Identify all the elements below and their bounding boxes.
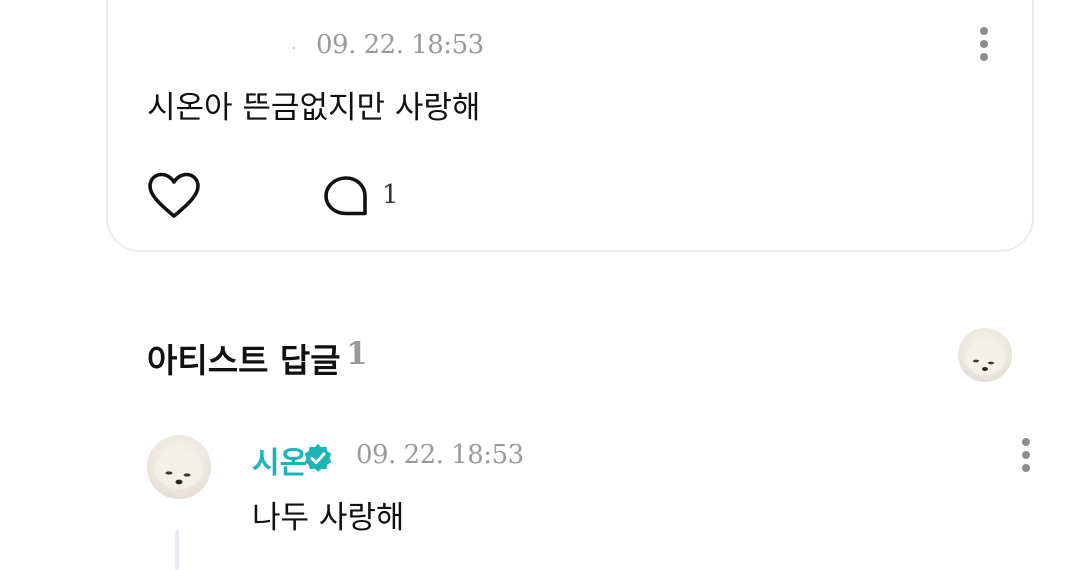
reply-more-options-icon[interactable] <box>1020 438 1032 472</box>
thread-line <box>175 530 179 570</box>
reply-author-avatar[interactable] <box>147 435 211 499</box>
comment-bubble-icon[interactable] <box>322 174 370 220</box>
comment-count[interactable]: 1 <box>382 180 399 210</box>
username-remnant <box>293 47 295 49</box>
reply-timestamp: 09. 22. 18:53 <box>356 440 524 470</box>
heart-icon[interactable] <box>147 172 201 220</box>
artist-replies-title: 아티스트 답글 <box>147 341 341 380</box>
verified-badge-icon <box>302 442 334 474</box>
post-text: 시온아 뜬금없지만 사랑해 <box>147 90 481 126</box>
reply-text: 나두 사랑해 <box>252 500 405 536</box>
post-more-options-icon[interactable] <box>978 27 990 61</box>
artist-replies-count: 1 <box>346 336 368 372</box>
artist-avatar-small[interactable] <box>958 328 1012 382</box>
reply-author-name[interactable]: 시온 <box>252 438 307 482</box>
post-timestamp: 09. 22. 18:53 <box>316 30 484 60</box>
